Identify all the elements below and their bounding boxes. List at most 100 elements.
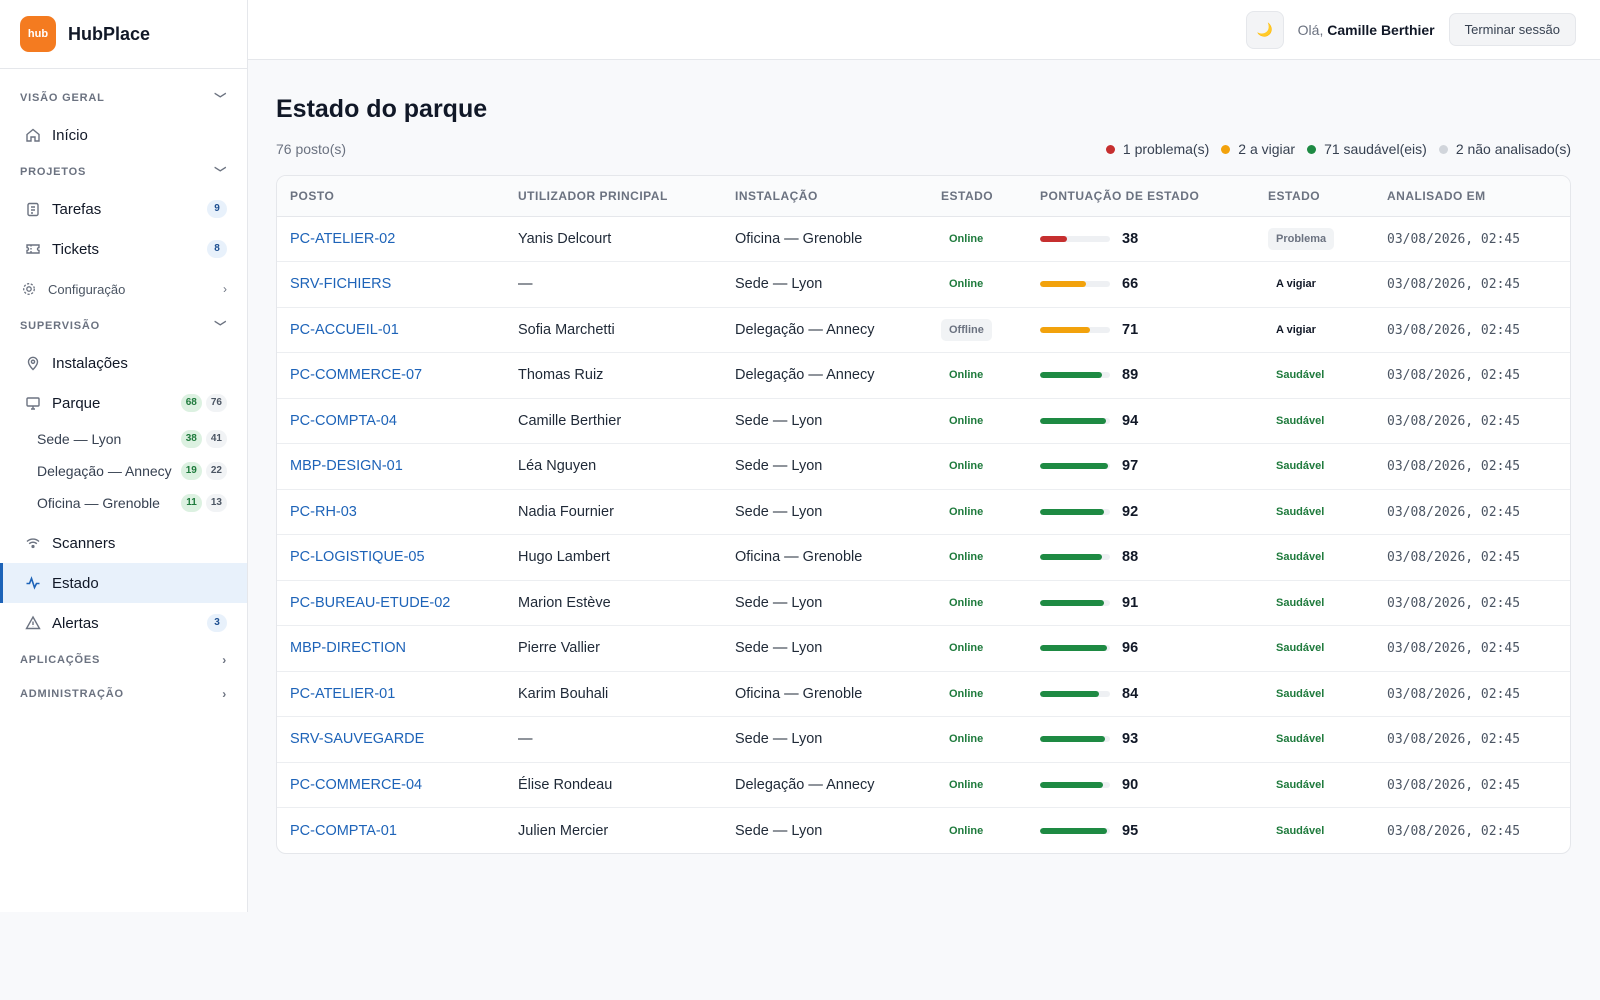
score-bar (1040, 690, 1110, 697)
column-header-analyzed[interactable]: ANALISADO EM (1374, 176, 1570, 217)
sidebar-item-home[interactable]: Início (0, 115, 247, 155)
section-administration[interactable]: ADMINISTRAÇÃO › (0, 677, 247, 711)
score-bar-fill (1040, 463, 1108, 470)
cell-connection: Online (928, 580, 1027, 626)
cell-connection: Online (928, 808, 1027, 854)
host-link[interactable]: MBP-DESIGN-01 (290, 458, 403, 474)
host-link[interactable]: PC-COMPTA-04 (290, 413, 397, 429)
section-overview-label: VISÃO GERAL (20, 92, 105, 104)
host-link[interactable]: PC-RH-03 (290, 504, 357, 520)
cell-health: Saudável (1255, 489, 1374, 535)
table-row[interactable]: PC-COMPTA-04 Camille Berthier Sede — Lyon O… (277, 398, 1570, 444)
analyzed-timestamp: 03/08/2026, 02:45 (1387, 686, 1521, 702)
cell-host: PC-ATELIER-02 (277, 216, 505, 262)
host-link[interactable]: SRV-SAUVEGARDE (290, 731, 424, 747)
score-value: 94 (1122, 412, 1139, 429)
score-bar (1040, 736, 1110, 743)
analyzed-timestamp: 03/08/2026, 02:45 (1387, 504, 1521, 520)
column-header-health[interactable]: ESTADO (1255, 176, 1374, 217)
sidebar-item-config[interactable]: Configuração › (0, 269, 247, 309)
host-link[interactable]: MBP-DIRECTION (290, 640, 406, 656)
connection-badge: Offline (941, 318, 992, 341)
table-row[interactable]: PC-RH-03 Nadia Fournier Sede — Lyon Online 9… (277, 489, 1570, 535)
score-bar-fill (1040, 736, 1106, 743)
monitor-icon (24, 394, 42, 412)
host-link[interactable]: PC-ATELIER-02 (290, 231, 395, 247)
health-badge: Saudável (1268, 773, 1333, 796)
cell-host: PC-ATELIER-01 (277, 671, 505, 717)
host-link[interactable]: PC-COMPTA-01 (290, 823, 397, 839)
column-header-connection[interactable]: ESTADO (928, 176, 1027, 217)
section-supervision[interactable]: SUPERVISÃO ﹀ (0, 309, 247, 343)
brand[interactable]: hub HubPlace (0, 0, 247, 69)
cell-host: PC-LOGISTIQUE-05 (277, 534, 505, 581)
column-header-user[interactable]: UTILIZADOR PRINCIPAL (505, 176, 722, 217)
sidebar-item-tickets[interactable]: Tickets 8 (0, 229, 247, 269)
legend-label: 2 a vigiar (1238, 141, 1296, 157)
column-header-score[interactable]: PONTUAÇÃO DE ESTADO (1027, 176, 1255, 217)
table-row[interactable]: SRV-FICHIERS — Sede — Lyon Online 66 A vigiar… (277, 261, 1570, 308)
host-link[interactable]: PC-BUREAU-ETUDE-02 (290, 595, 450, 611)
sidebar-item-scanners[interactable]: Scanners (0, 523, 247, 563)
cell-score: 89 (1027, 352, 1255, 399)
cell-score: 92 (1027, 489, 1255, 535)
section-overview[interactable]: VISÃO GERAL ﹀ (0, 81, 247, 115)
table-row[interactable]: PC-COMMERCE-04 Élise Rondeau Delegação — A… (277, 762, 1570, 808)
logout-button[interactable]: Terminar sessão (1448, 13, 1576, 46)
sidebar-item-installations[interactable]: Instalações (0, 343, 247, 383)
sidebar-item-tasks[interactable]: Tarefas 9 (0, 189, 247, 229)
cell-site: Sede — Lyon (722, 580, 928, 626)
table-row[interactable]: MBP-DIRECTION Pierre Vallier Sede — Lyon On… (277, 625, 1570, 672)
health-score: 94 (1040, 413, 1255, 429)
score-bar (1040, 326, 1110, 333)
cell-score: 66 (1027, 261, 1255, 308)
table-row[interactable]: PC-LOGISTIQUE-05 Hugo Lambert Oficina — Gr… (277, 534, 1570, 581)
cell-user: Élise Rondeau (505, 762, 722, 808)
host-link[interactable]: PC-COMMERCE-04 (290, 777, 422, 793)
cell-analyzed: 03/08/2026, 02:45 (1374, 534, 1570, 581)
summary-row: 76 posto(s) 1 problema(s) 2 a vigiar 71 sa… (276, 138, 1571, 160)
cell-connection: Online (928, 443, 1027, 490)
section-projects[interactable]: PROJETOS ﹀ (0, 155, 247, 189)
host-link[interactable]: PC-ATELIER-01 (290, 686, 395, 702)
sidebar-subitem-site[interactable]: Delegação — Annecy 19 22 (0, 455, 247, 487)
host-link[interactable]: SRV-FICHIERS (290, 276, 391, 292)
cell-site: Sede — Lyon (722, 716, 928, 763)
table-row[interactable]: PC-ATELIER-01 Karim Bouhali Oficina — Gren… (277, 671, 1570, 717)
table-row[interactable]: MBP-DESIGN-01 Léa Nguyen Sede — Lyon Online… (277, 443, 1570, 490)
site-total-badge: 41 (205, 430, 227, 448)
cell-analyzed: 03/08/2026, 02:45 (1374, 716, 1570, 763)
host-link[interactable]: PC-COMMERCE-07 (290, 367, 422, 383)
theme-toggle-button[interactable]: 🌙 (1245, 10, 1284, 49)
section-applications[interactable]: APLICAÇÕES › (0, 643, 247, 677)
sidebar-subitem-site[interactable]: Oficina — Grenoble 11 13 (0, 487, 247, 519)
cell-connection: Online (928, 489, 1027, 535)
cell-site: Delegação — Annecy (722, 762, 928, 808)
cell-site: Delegação — Annecy (722, 352, 928, 399)
score-bar-fill (1040, 372, 1103, 379)
table-row[interactable]: PC-BUREAU-ETUDE-02 Marion Estève Sede — Ly… (277, 580, 1570, 626)
host-link[interactable]: PC-ACCUEIL-01 (290, 322, 399, 338)
cell-host: PC-BUREAU-ETUDE-02 (277, 580, 505, 626)
connection-badge: Online (941, 500, 992, 523)
column-header-site[interactable]: INSTALAÇÃO (722, 176, 928, 217)
sidebar-item-park[interactable]: Parque 68 76 (0, 383, 247, 423)
health-score: 71 (1040, 322, 1255, 338)
cell-site: Oficina — Grenoble (722, 216, 928, 262)
table-row[interactable]: PC-COMMERCE-07 Thomas Ruiz Delegação — Ann… (277, 352, 1570, 399)
site-total-badge: 22 (205, 462, 227, 480)
table-row[interactable]: PC-COMPTA-01 Julien Mercier Sede — Lyon Onl… (277, 808, 1570, 854)
table-row[interactable]: PC-ACCUEIL-01 Sofia Marchetti Delegação — … (277, 307, 1570, 353)
sidebar-item-label: Tarefas (52, 200, 102, 218)
cell-analyzed: 03/08/2026, 02:45 (1374, 625, 1570, 672)
score-value: 96 (1122, 640, 1139, 657)
column-header-host[interactable]: POSTO (277, 176, 505, 217)
score-bar (1040, 508, 1110, 515)
table-row[interactable]: SRV-SAUVEGARDE — Sede — Lyon Online 93 Saudáv… (277, 716, 1570, 763)
table-row[interactable]: PC-ATELIER-02 Yanis Delcourt Oficina — Gre… (277, 216, 1570, 262)
park-healthy-badge: 68 (180, 394, 202, 412)
sidebar-item-status[interactable]: Estado (0, 563, 247, 603)
sidebar-item-alerts[interactable]: Alertas 3 (0, 603, 247, 643)
host-link[interactable]: PC-LOGISTIQUE-05 (290, 549, 425, 565)
sidebar-subitem-site[interactable]: Sede — Lyon 38 41 (0, 423, 247, 455)
